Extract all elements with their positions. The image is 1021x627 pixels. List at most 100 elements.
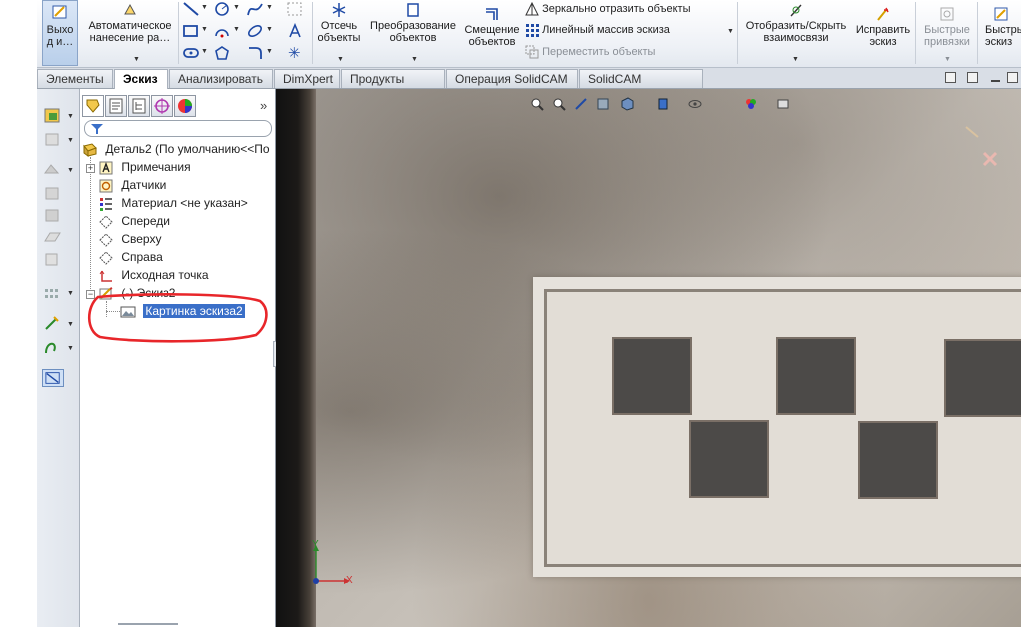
tree-root-label: Деталь2 (По умолчанию<<По [105,142,270,156]
grid-pattern-icon[interactable] [42,285,64,303]
tab-features[interactable]: Элементы [37,69,113,88]
tab-solidcam-steps[interactable]: SolidCAM Переходы [579,69,703,104]
sketch-vertical-toolbar: ▼ ▼ ▼ ▼ ▼ ▼ [37,89,80,627]
arc-tool-icon[interactable] [213,23,231,39]
feature-manager-tabs: » [80,95,276,117]
hide-show-items-icon[interactable] [688,97,702,111]
view-orientation-icon[interactable] [620,97,634,111]
exit-sketch-button[interactable]: Выхо д и… [42,0,78,66]
repair-sketch-button[interactable]: Исправить эскиз [853,6,913,48]
fillet-tool-icon[interactable] [246,45,264,61]
zoom-to-fit-icon[interactable] [530,97,544,111]
rapid-sketch-button[interactable]: Быстры эскиз [981,6,1021,48]
horizontal-scrollbar[interactable] [88,621,268,627]
snap-tool-icon[interactable] [42,251,64,269]
slot-tool-icon[interactable] [182,45,200,61]
block-icon[interactable] [42,131,64,149]
spline-tool-side-icon[interactable] [42,339,64,357]
expand-panel-icon[interactable]: » [260,98,267,113]
quick-snaps-button[interactable]: Быстрые привязки [919,6,975,48]
tree-item-material[interactable]: Материал <не указан> [98,195,248,212]
polygon-tool-icon[interactable] [213,45,231,61]
hatch-icon[interactable] [42,185,64,203]
move-entities-button[interactable]: Переместить объекты [525,45,655,59]
auto-dimension-dropdown-icon[interactable]: ▼ [133,56,140,63]
offset-entities-button[interactable]: Смещение объектов [463,6,521,48]
checker-square [944,339,1021,417]
tab-solidcam-operation[interactable]: Операция SolidCAM [446,69,578,88]
checker-square [776,337,856,415]
exit-sketch-icon [52,5,67,19]
tree-item-right-plane-label: Справа [121,250,163,264]
tree-root-part[interactable]: Деталь2 (По умолчанию<<По [82,141,270,158]
display-style-icon[interactable] [656,97,670,111]
tab-dimxpert[interactable]: DimXpert [274,69,340,88]
previous-view-icon[interactable] [574,97,588,111]
spline-tool-icon[interactable] [246,1,264,17]
appearance-icon[interactable] [744,97,758,111]
section-view-icon[interactable] [596,97,610,111]
propertymanager-tab[interactable] [105,95,127,117]
layer-icon[interactable] [42,207,64,225]
tree-item-top-plane[interactable]: Сверху [98,231,161,248]
tree-item-top-plane-label: Сверху [121,232,162,246]
tree-item-material-label: Материал <не указан> [121,196,248,210]
plane-tool-icon[interactable] [42,229,64,247]
restore-window-icon[interactable] [945,72,956,83]
rectangle-tool-icon[interactable] [182,23,200,39]
rapid-sketch-icon [994,7,1008,21]
expand-annotations-icon[interactable]: + [86,164,95,173]
dimxpert-manager-tab[interactable] [151,95,173,117]
linear-pattern-button[interactable]: Линейный массив эскиза [525,23,670,37]
highlight-ring [87,293,268,343]
maximize-window-icon[interactable] [1007,72,1018,83]
linear-pattern-dropdown-icon[interactable]: ▼ [727,28,734,35]
view-settings-icon[interactable] [776,97,790,111]
checker-square [689,420,769,498]
rapid-sketch-label: Быстры эскиз [985,24,1021,48]
checker-square [612,337,692,415]
confirmation-corner-icon[interactable] [962,123,1002,171]
tile-window-icon[interactable] [967,72,978,83]
minimize-window-icon[interactable] [991,80,1000,82]
smart-dimension-icon[interactable] [42,315,64,333]
mirror-icon [525,1,539,16]
line-tool-icon[interactable] [182,1,200,17]
tree-item-front-plane[interactable]: Спереди [98,213,170,230]
trim-dropdown-icon[interactable]: ▼ [337,56,344,63]
featuremanager-tab[interactable] [82,95,104,117]
quick-snaps-dropdown-icon[interactable]: ▼ [944,56,951,63]
relations-dropdown-icon[interactable]: ▼ [792,56,799,63]
tree-item-sensors[interactable]: Датчики [98,177,166,194]
right-plane-icon [99,251,113,265]
mirror-entities-button[interactable]: Зеркально отразить объекты [525,1,690,16]
convert-entities-dropdown-icon[interactable]: ▼ [411,56,418,63]
show-hide-relations-button[interactable]: Отобразить/Скрыть взаимосвязи [740,2,852,44]
tab-evaluate[interactable]: Анализировать [169,69,273,88]
exit-sketch-label: Выхо д и… [46,24,74,48]
tab-office-products[interactable]: Продукты Office [341,69,445,104]
text-tool-icon[interactable] [286,23,304,39]
sketch-picture-tool-icon[interactable] [42,161,64,179]
point-tool-icon[interactable]: ✳ [288,44,301,62]
tree-item-origin[interactable]: Исходная точка [98,267,209,284]
graphics-area[interactable]: Y X [276,89,1021,627]
ellipse-tool-icon[interactable] [246,23,264,39]
display-manager-tab[interactable] [174,95,196,117]
trim-button[interactable]: Отсечь объекты [315,2,363,44]
convert-entities-button[interactable]: Преобразование объектов [367,2,459,44]
configuration-manager-tab[interactable] [128,95,150,117]
tab-sketch[interactable]: Эскиз [114,69,168,89]
circle-tool-icon[interactable] [213,1,231,17]
repair-sketch-label: Исправить эскиз [855,24,911,48]
add-sketch-icon[interactable] [42,107,64,125]
construction-geometry-icon[interactable] [286,1,304,17]
feature-tree-filter[interactable] [84,120,272,137]
tree-item-annotations[interactable]: Примечания [98,159,191,176]
zoom-to-area-icon[interactable] [552,97,566,111]
auto-dimension-button[interactable]: Автоматическое нанесение ра… [83,2,177,44]
sketch-mode-icon[interactable] [42,369,64,387]
auto-dimension-label: Автоматическое нанесение ра… [88,20,172,44]
tree-item-right-plane[interactable]: Справа [98,249,163,266]
convert-entities-icon [407,3,419,17]
